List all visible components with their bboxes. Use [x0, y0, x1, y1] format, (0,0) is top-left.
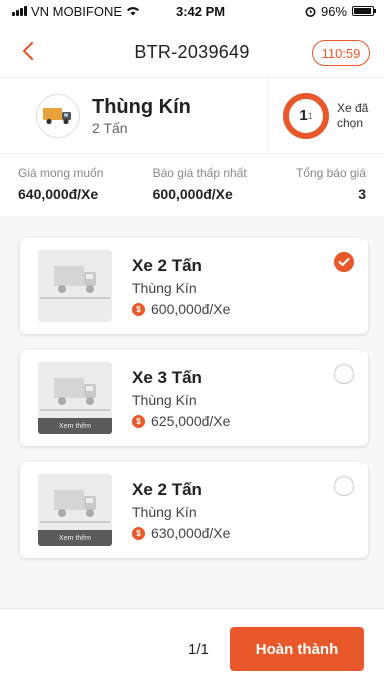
quote-title: Xe 2 Tấn	[132, 480, 202, 499]
quote-list[interactable]: Xe 2 Tấn Thùng Kín $ 600,000đ/Xe Xem thê…	[0, 216, 384, 608]
quote-card[interactable]: Xe 2 Tấn Thùng Kín $ 600,000đ/Xe	[20, 238, 368, 334]
quote-select-radio[interactable]	[334, 252, 354, 272]
selected-count-ring: 11	[283, 92, 329, 139]
truck-icon	[36, 93, 80, 138]
status-left: VN MOBIFONE	[12, 4, 140, 19]
chevron-left-icon	[22, 41, 34, 61]
total-quotes: Tổng báo giá 3	[296, 158, 366, 216]
expected-price-value: 640,000đ/Xe	[18, 186, 99, 202]
quote-title: Xe 2 Tấn	[132, 256, 202, 275]
alarm-icon	[305, 6, 316, 17]
timer-badge: 110:59	[312, 40, 370, 66]
vehicle-text: Thùng Kín 2 Tấn	[92, 96, 191, 136]
selected-count-panel: 11 Xe đã chọn	[268, 78, 384, 153]
pager: 1/1	[188, 641, 209, 658]
battery-fill	[354, 8, 372, 14]
quote-card[interactable]: Xem thêm Xe 2 Tấn Thùng Kín $ 630,000đ/X…	[20, 462, 368, 558]
see-more-label[interactable]: Xem thêm	[38, 418, 112, 434]
quote-price: $ 630,000đ/Xe	[132, 525, 230, 541]
truck-image-icon	[40, 266, 110, 299]
carrier-name: VN MOBIFONE	[31, 3, 123, 19]
status-right: 96%	[305, 3, 376, 19]
coin-icon: $	[132, 526, 145, 540]
selected-label: Xe đã chọn	[337, 100, 369, 130]
signal-icon	[12, 6, 27, 16]
status-bar: VN MOBIFONE 3:42 PM 96%	[0, 0, 384, 22]
lowest-price-label: Báo giá thấp nhất	[152, 166, 247, 180]
expected-price: Giá mong muốn 640,000đ/Xe	[18, 158, 103, 216]
vehicle-info: Thùng Kín 2 Tấn	[0, 78, 268, 153]
quote-price: $ 600,000đ/Xe	[132, 301, 230, 317]
quote-select-radio[interactable]	[334, 476, 354, 496]
total-quotes-value: 3	[358, 186, 366, 202]
status-time: 3:42 PM	[176, 3, 226, 19]
truck-image-icon	[40, 490, 110, 523]
battery-percent: 96%	[320, 3, 347, 19]
lowest-price-value: 600,000đ/Xe	[152, 186, 233, 202]
truck-thumbnail	[38, 250, 112, 322]
quote-price: $ 625,000đ/Xe	[132, 413, 230, 429]
quote-type: Thùng Kín	[132, 280, 197, 296]
checkmark-icon	[338, 258, 350, 266]
quote-price-value: 630,000đ/Xe	[151, 525, 231, 541]
total-quotes-label: Tổng báo giá	[295, 166, 366, 180]
selected-count: 1	[299, 107, 308, 124]
truck-thumbnail: Xem thêm	[38, 474, 112, 546]
quote-price-value: 600,000đ/Xe	[151, 301, 231, 317]
truck-thumbnail: Xem thêm	[38, 362, 112, 434]
vehicle-weight: 2 Tấn	[92, 119, 128, 136]
wifi-icon	[127, 7, 140, 16]
back-button[interactable]	[14, 36, 42, 66]
expected-price-label: Giá mong muốn	[18, 166, 104, 180]
lowest-price: Báo giá thấp nhất 600,000đ/Xe	[153, 158, 247, 216]
price-summary: Giá mong muốn 640,000đ/Xe Báo giá thấp n…	[0, 158, 384, 216]
truck-image-icon	[40, 378, 110, 411]
footer: 1/1 Hoàn thành	[0, 608, 384, 677]
battery-icon	[352, 6, 376, 16]
header: BTR-2039649 110:59	[0, 28, 384, 78]
vehicle-name: Thùng Kín	[92, 95, 191, 118]
page-title: BTR-2039649	[134, 42, 250, 62]
quote-type: Thùng Kín	[132, 392, 197, 408]
see-more-label[interactable]: Xem thêm	[38, 530, 112, 546]
selected-total: 1	[307, 110, 313, 121]
quote-price-value: 625,000đ/Xe	[151, 413, 231, 429]
vehicle-summary: Thùng Kín 2 Tấn 11 Xe đã chọn	[0, 78, 384, 154]
coin-icon: $	[132, 414, 145, 428]
quote-type: Thùng Kín	[132, 504, 197, 520]
quote-select-radio[interactable]	[334, 364, 354, 384]
quote-title: Xe 3 Tấn	[132, 368, 202, 387]
coin-icon: $	[132, 302, 145, 316]
finish-button[interactable]: Hoàn thành	[230, 627, 364, 671]
quote-card[interactable]: Xem thêm Xe 3 Tấn Thùng Kín $ 625,000đ/X…	[20, 350, 368, 446]
